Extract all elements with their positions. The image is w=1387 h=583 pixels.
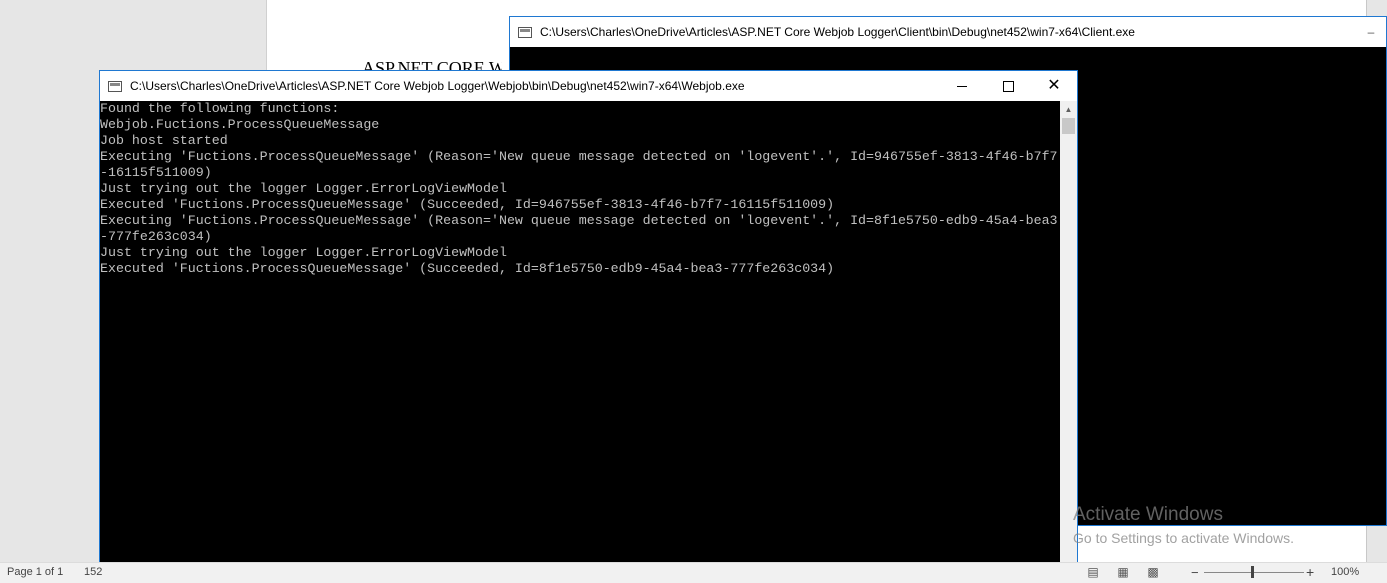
zoom-in-button[interactable]: + — [1306, 564, 1314, 580]
zoom-slider-thumb[interactable] — [1251, 566, 1254, 578]
web-layout-icon[interactable]: ▩ — [1145, 565, 1161, 579]
console-output-text[interactable]: Found the following functions: Webjob.Fu… — [100, 101, 1060, 277]
word-count-status[interactable]: 152 — [84, 566, 102, 578]
print-layout-icon[interactable]: ▦ — [1115, 565, 1131, 579]
console-app-icon — [108, 80, 122, 92]
activate-windows-hint: Go to Settings to activate Windows. — [1073, 530, 1294, 546]
maximize-icon — [1002, 80, 1014, 92]
webjob-console-window[interactable]: C:\Users\Charles\OneDrive\Articles\ASP.N… — [99, 70, 1078, 582]
maximize-button[interactable] — [985, 71, 1031, 101]
page-count-status[interactable]: Page 1 of 1 — [7, 566, 63, 578]
minimize-icon — [957, 85, 967, 87]
word-status-bar: Page 1 of 1 152 ▤ ▦ ▩ − + 100% — [0, 562, 1387, 583]
minimize-icon: – — [1367, 25, 1375, 39]
webjob-window-title: C:\Users\Charles\OneDrive\Articles\ASP.N… — [130, 79, 745, 93]
zoom-slider[interactable] — [1204, 572, 1304, 573]
console-app-icon — [518, 26, 532, 38]
webjob-title-bar[interactable]: C:\Users\Charles\OneDrive\Articles\ASP.N… — [100, 71, 1077, 101]
close-button[interactable]: ✕ — [1031, 71, 1077, 101]
close-icon: ✕ — [1047, 77, 1061, 94]
activate-windows-watermark: Activate Windows Go to Settings to activ… — [1073, 504, 1294, 546]
client-title-bar[interactable]: C:\Users\Charles\OneDrive\Articles\ASP.N… — [510, 17, 1386, 47]
scrollbar-thumb[interactable] — [1062, 118, 1075, 134]
read-mode-icon[interactable]: ▤ — [1085, 565, 1101, 579]
client-minimize-button[interactable]: – — [1356, 17, 1386, 47]
webjob-console-body[interactable]: Found the following functions: Webjob.Fu… — [100, 101, 1077, 581]
minimize-button[interactable] — [939, 71, 985, 101]
activate-windows-title: Activate Windows — [1073, 504, 1223, 525]
zoom-percent[interactable]: 100% — [1331, 566, 1359, 578]
view-mode-buttons: ▤ ▦ ▩ — [1085, 565, 1161, 579]
zoom-out-button[interactable]: − — [1191, 565, 1199, 580]
scroll-up-arrow-icon[interactable]: ▲ — [1060, 101, 1077, 118]
client-window-title: C:\Users\Charles\OneDrive\Articles\ASP.N… — [540, 25, 1135, 39]
